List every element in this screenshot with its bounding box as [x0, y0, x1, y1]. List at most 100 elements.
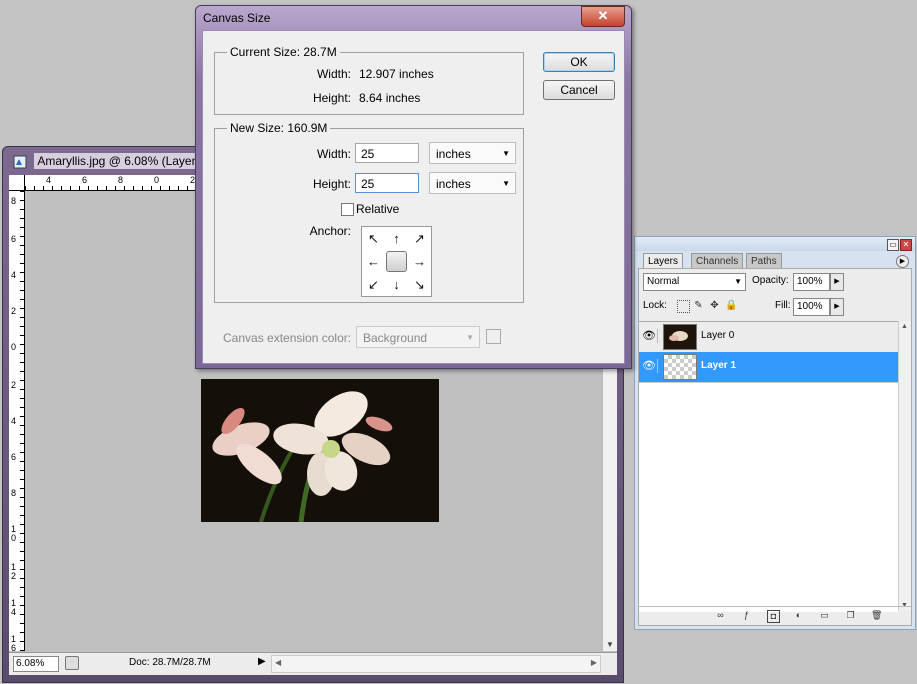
anchor-left-arrow-icon[interactable]: ← — [362, 250, 385, 273]
layers-footer-toolbar: ∞ ƒ ◘ ◐ ▭ ❐ 🗑 — [639, 606, 911, 625]
extension-color-swatch[interactable] — [486, 329, 501, 344]
panel-tabs: Layers Channels Paths ▶ — [639, 253, 911, 269]
add-mask-icon[interactable]: ◘ — [767, 610, 780, 623]
panel-menu-icon[interactable]: ▶ — [896, 255, 909, 268]
lock-position-icon[interactable]: ✥ — [709, 300, 720, 311]
tab-layers[interactable]: Layers — [643, 253, 684, 269]
new-height-label: Height: — [312, 177, 351, 191]
scroll-up-icon[interactable]: ▲ — [901, 323, 908, 330]
layers-scrollbar[interactable]: ▲ ▼ — [898, 321, 911, 611]
current-width-label: Width: — [316, 67, 351, 81]
ruler-left-label: 2 — [11, 306, 17, 316]
width-unit-select[interactable]: inches ▼ — [429, 142, 516, 164]
fill-slider-arrow-icon[interactable]: ▶ — [830, 298, 844, 316]
layer-row[interactable]: 👁 Layer 0 — [639, 322, 899, 353]
ruler-top-label: 8 — [118, 175, 124, 185]
width-input[interactable]: 25 — [355, 143, 419, 163]
fill-field[interactable]: 100% — [793, 298, 830, 316]
anchor-bottom-left-arrow-icon[interactable]: ↙ — [362, 273, 385, 296]
ruler-left-label: 1 0 — [11, 524, 17, 543]
relative-checkbox[interactable] — [341, 203, 354, 216]
anchor-right-arrow-icon[interactable]: → — [408, 250, 431, 273]
tab-paths[interactable]: Paths — [746, 253, 782, 269]
layer-row-selected[interactable]: 👁 Layer 1 — [639, 352, 899, 383]
new-group-icon[interactable]: ▭ — [819, 610, 830, 621]
lock-image-pixels-icon[interactable]: ✎ — [693, 300, 704, 311]
opacity-slider-arrow-icon[interactable]: ▶ — [830, 273, 844, 291]
scroll-right-icon[interactable]: ▶ — [591, 658, 597, 667]
layers-panel-body: Normal ▼ Opacity: 100% ▶ Lock: ✎ ✥ 🔒 Fil… — [638, 268, 912, 626]
document-title: Amaryllis.jpg @ 6.08% (Layer 1 — [34, 153, 209, 169]
ruler-origin[interactable] — [9, 175, 25, 191]
photoshop-document-icon — [13, 155, 27, 169]
layer-style-icon[interactable]: ƒ — [741, 610, 752, 621]
ruler-left-label: 4 — [11, 416, 17, 426]
opacity-label: Opacity: — [752, 275, 789, 286]
canvas-extension-color-label: Canvas extension color: — [223, 331, 352, 345]
scroll-left-icon[interactable]: ◀ — [275, 658, 281, 667]
canvas-size-dialog: Canvas Size ✕ Current Size: 28.7M Width:… — [195, 5, 632, 369]
ruler-left-label: 6 — [11, 452, 17, 462]
ruler-left-label: 6 — [11, 234, 17, 244]
anchor-top-right-arrow-icon[interactable]: ↗ — [408, 227, 431, 250]
layers-panel: ▭ ✕ Layers Channels Paths ▶ Normal ▼ Opa… — [634, 236, 916, 630]
blend-mode-select[interactable]: Normal ▼ — [643, 273, 746, 291]
status-options-icon[interactable] — [65, 656, 79, 670]
dialog-body: Current Size: 28.7M Width: 12.907 inches… — [202, 30, 625, 364]
delete-layer-icon[interactable]: 🗑 — [871, 610, 882, 621]
status-menu-arrow-icon[interactable]: ▶ — [258, 656, 266, 667]
anchor-grid: ↖ ↑ ↗ ← → ↙ ↓ ↘ — [361, 226, 432, 297]
close-button[interactable]: ✕ — [581, 6, 625, 27]
relative-label[interactable]: Relative — [356, 202, 399, 216]
zoom-level-field[interactable]: 6.08% — [13, 656, 59, 672]
anchor-top-arrow-icon[interactable]: ↑ — [385, 227, 408, 250]
minimize-icon[interactable]: ▭ — [887, 239, 899, 251]
height-unit-select[interactable]: inches ▼ — [429, 172, 516, 194]
current-height-value: 8.64 inches — [359, 91, 421, 105]
width-unit-value: inches — [436, 147, 471, 161]
chevron-down-icon: ▼ — [502, 149, 510, 158]
new-size-legend: New Size: 160.9M — [230, 121, 328, 135]
panel-title-bar[interactable]: ▭ ✕ — [635, 237, 915, 251]
document-status-bar: 6.08% Doc: 28.7M/28.7M ▶ ◀ ▶ — [9, 652, 617, 675]
blend-mode-value: Normal — [647, 276, 680, 287]
cancel-button[interactable]: Cancel — [543, 80, 615, 100]
layers-list: 👁 Layer 0 👁 Layer 1 — [639, 321, 899, 612]
ruler-left-label: 1 6 — [11, 634, 17, 652]
canvas-extension-color-select[interactable]: Background ▼ — [356, 326, 480, 348]
ruler-top-label: 6 — [82, 175, 88, 185]
visibility-eye-icon[interactable]: 👁 — [641, 359, 658, 373]
ok-button[interactable]: OK — [543, 52, 615, 72]
lock-label: Lock: — [643, 300, 667, 311]
new-layer-icon[interactable]: ❐ — [845, 610, 856, 621]
lock-all-icon[interactable]: 🔒 — [725, 300, 737, 311]
lock-transparent-pixels-icon[interactable] — [677, 300, 690, 313]
canvas-extension-color-value: Background — [363, 331, 428, 345]
chevron-down-icon: ▼ — [502, 179, 510, 188]
adjustment-layer-icon[interactable]: ◐ — [793, 610, 804, 621]
visibility-eye-icon[interactable]: 👁 — [641, 329, 658, 343]
height-unit-value: inches — [436, 177, 471, 191]
ruler-left-label: 8 — [11, 196, 17, 206]
anchor-center-button[interactable] — [386, 251, 407, 272]
amaryllis-photo[interactable] — [201, 379, 439, 522]
anchor-bottom-right-arrow-icon[interactable]: ↘ — [408, 273, 431, 296]
ruler-left-label: 2 — [11, 380, 17, 390]
ruler-top-label: 4 — [46, 175, 52, 185]
tab-channels[interactable]: Channels — [691, 253, 744, 269]
amaryllis-flower-image — [201, 379, 439, 522]
link-layers-icon[interactable]: ∞ — [715, 610, 726, 621]
anchor-bottom-arrow-icon[interactable]: ↓ — [385, 273, 408, 296]
opacity-field[interactable]: 100% — [793, 273, 830, 291]
dialog-title: Canvas Size — [203, 11, 271, 25]
flower-thumbnail-image — [669, 331, 688, 341]
close-icon[interactable]: ✕ — [900, 239, 912, 251]
ruler-vertical[interactable]: 8 6 4 2 0 2 4 6 8 1 0 1 2 1 4 1 6 — [9, 191, 25, 651]
scroll-down-icon[interactable]: ▼ — [606, 640, 614, 649]
chevron-down-icon: ▼ — [734, 277, 742, 286]
anchor-top-left-arrow-icon[interactable]: ↖ — [362, 227, 385, 250]
height-input[interactable]: 25 — [355, 173, 419, 193]
document-horizontal-scrollbar[interactable]: ◀ ▶ — [271, 655, 601, 673]
layer-thumbnail — [663, 324, 697, 350]
ruler-left-label: 0 — [11, 342, 17, 352]
